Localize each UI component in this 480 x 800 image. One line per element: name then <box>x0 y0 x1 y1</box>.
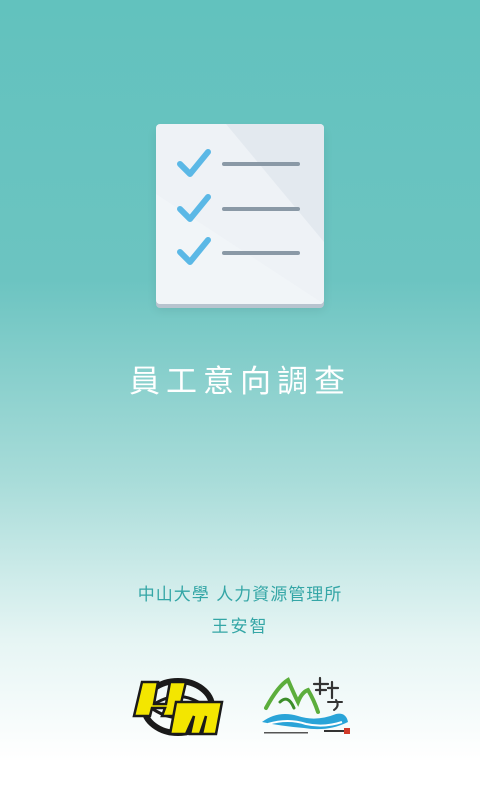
department-label: 中山大學 人力資源管理所 <box>137 585 343 605</box>
nsysu-logo <box>262 676 350 734</box>
app-title: 員工意向調查 <box>129 364 351 400</box>
checklist-line-3 <box>222 251 300 255</box>
check-mark-1 <box>177 149 211 177</box>
check-mark-2 <box>177 194 211 222</box>
checklist-icon <box>156 124 324 304</box>
checklist-line-2 <box>222 207 300 211</box>
hrm-logo <box>132 678 224 736</box>
checklist-card <box>156 124 324 304</box>
author-label: 王安智 <box>211 617 269 637</box>
checklist-line-1 <box>222 162 300 166</box>
